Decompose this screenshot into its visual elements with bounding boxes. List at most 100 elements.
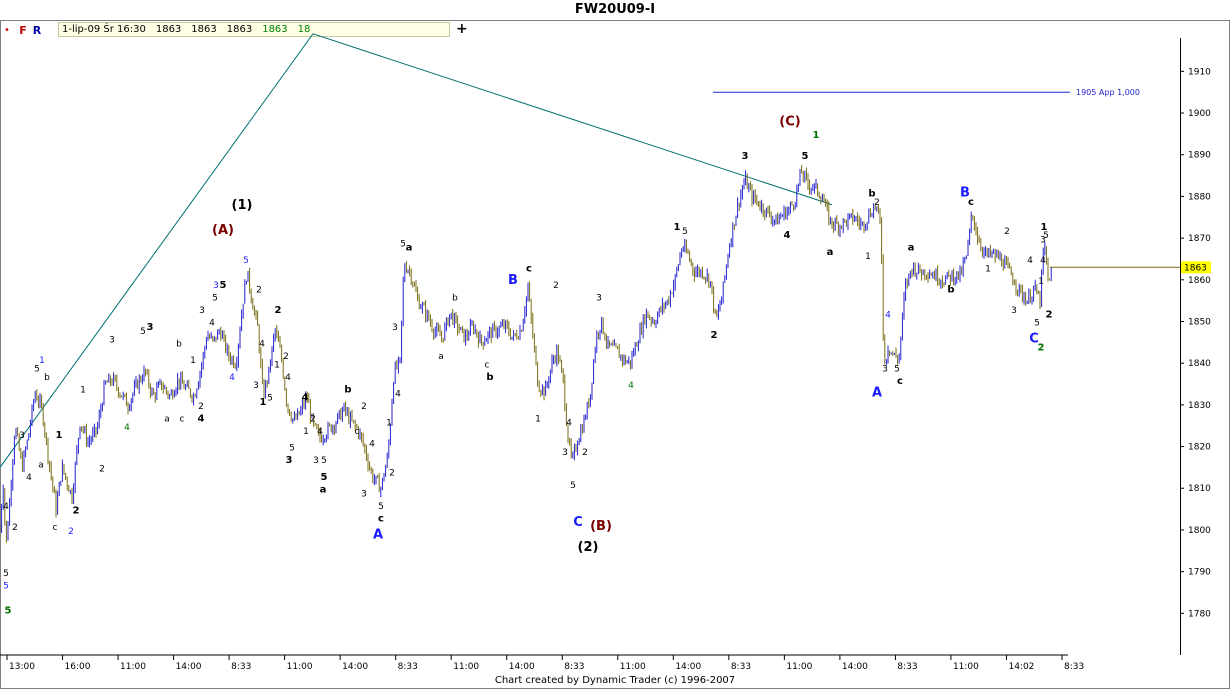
wave-label: 2 (874, 198, 880, 208)
wave-label: 4 (784, 230, 791, 241)
wave-label: 5 (570, 481, 576, 491)
x-tick-label: 13:00 (9, 662, 35, 672)
wave-label: 3 (199, 306, 205, 316)
current-price-label: 1863 (1184, 263, 1207, 273)
x-tick-label: 8:33 (231, 662, 251, 672)
y-tick-label: 1850 (1188, 317, 1211, 327)
wave-label: 1 (674, 222, 681, 233)
wave-label: (B) (590, 519, 612, 534)
wave-label: 2 (99, 465, 105, 475)
wave-label: 3 (253, 381, 259, 391)
y-tick-label: 1820 (1188, 443, 1211, 453)
y-tick-label: 1810 (1188, 484, 1211, 494)
x-tick-label: 8:33 (564, 662, 584, 672)
wave-label: 1 (865, 252, 871, 262)
wave-label: 4 (317, 427, 323, 437)
wave-label: 4 (395, 390, 401, 400)
wave-label: 4 (1027, 256, 1033, 266)
wave-label: c (378, 514, 384, 525)
wave-label: 5 (321, 456, 327, 466)
wave-label: 1 (813, 130, 820, 141)
wave-label: 4 (229, 373, 235, 383)
wave-label: 2 (361, 402, 367, 412)
wave-label: 3 (213, 281, 219, 291)
wave-label: 4 (209, 319, 215, 329)
wave-label: 4 (259, 340, 265, 350)
x-tick-label: 14:00 (176, 662, 202, 672)
x-tick-label: 11:00 (620, 662, 646, 672)
wave-label: b (44, 373, 50, 383)
wave-label: 4 (628, 381, 634, 391)
wave-label: 1 (80, 385, 86, 395)
wave-label: 5 (3, 569, 9, 579)
y-tick-label: 1910 (1188, 67, 1211, 77)
price-axis-line (1180, 38, 1181, 655)
x-tick-label: 14:00 (675, 662, 701, 672)
wave-label: 4 (124, 423, 130, 433)
wave-label: 4 (285, 373, 291, 383)
wave-label: 5 (212, 294, 218, 304)
x-tick-label: 11:00 (953, 662, 979, 672)
wave-label: 2 (12, 523, 18, 533)
wave-label: 3 (109, 335, 115, 345)
y-tick-label: 1790 (1188, 568, 1211, 578)
x-tick-label: 14:02 (1008, 662, 1034, 672)
wave-label: B (508, 273, 518, 288)
x-tick-label: 14:00 (342, 662, 368, 672)
level-line-label: 1905 App 1,000 (1076, 88, 1140, 97)
wave-label: 2 (553, 281, 559, 291)
wave-label: (2) (578, 540, 599, 555)
wave-label: 4 (566, 419, 572, 429)
x-tick-label: 11:00 (786, 662, 812, 672)
wave-label: c (526, 263, 532, 274)
wave-label: 5 (802, 151, 809, 162)
wave-label: 5 (1043, 231, 1049, 241)
wave-label: 4 (369, 440, 375, 450)
wave-label: 5 (289, 444, 295, 454)
wave-label: 3 (361, 490, 367, 500)
wave-label: 4 (885, 310, 891, 320)
wave-label: 4 (26, 473, 32, 483)
wave-label: 5 (378, 502, 384, 512)
y-tick-label: 1880 (1188, 192, 1211, 202)
x-tick-label: 8:33 (398, 662, 418, 672)
y-tick-label: 1860 (1188, 276, 1211, 286)
wave-label: 5 (1034, 319, 1040, 329)
wave-label: c (897, 376, 903, 387)
wave-label: a (320, 484, 327, 495)
x-tick-label: 8:33 (1064, 662, 1084, 672)
wave-label: 1 (190, 356, 196, 366)
x-tick-label: 11:00 (453, 662, 479, 672)
wave-label: a (827, 247, 834, 258)
wave-label: 5 (267, 394, 273, 404)
wave-label: 1 (535, 415, 541, 425)
wave-label: 5 (3, 581, 9, 591)
wave-label: (A) (212, 223, 234, 238)
wave-label: 5 (321, 472, 328, 483)
wave-label: b (486, 372, 493, 383)
y-tick-label: 1780 (1188, 609, 1211, 619)
wave-label: a (38, 460, 44, 470)
y-tick-label: 1800 (1188, 526, 1211, 536)
wave-label: 1 (1038, 277, 1044, 287)
wave-label: a (406, 243, 413, 254)
wave-label: 3 (562, 448, 568, 458)
wave-label: a (164, 415, 170, 425)
wave-label: c (968, 197, 974, 208)
wave-label: 3 (19, 431, 25, 441)
wave-label: 1 (260, 397, 267, 408)
wave-label: 2 (73, 505, 80, 516)
y-tick-label: 1840 (1188, 359, 1211, 369)
wave-label: 2 (198, 402, 204, 412)
wave-label: 3 (286, 455, 293, 466)
y-tick-label: 1900 (1188, 109, 1211, 119)
wave-label: 2 (256, 285, 262, 295)
price-chart[interactable]: 1780 1790 1800 1810 1820 1830 1840 1850 1860 1870… (0, 0, 1230, 689)
wave-label: 5 (220, 280, 227, 291)
wave-label: 1 (303, 427, 309, 437)
x-tick-label: 8:33 (897, 662, 917, 672)
wave-label: 5 (140, 327, 146, 337)
wave-label: 2 (582, 448, 588, 458)
trendline (0, 33, 833, 468)
wave-label: A (373, 527, 383, 542)
